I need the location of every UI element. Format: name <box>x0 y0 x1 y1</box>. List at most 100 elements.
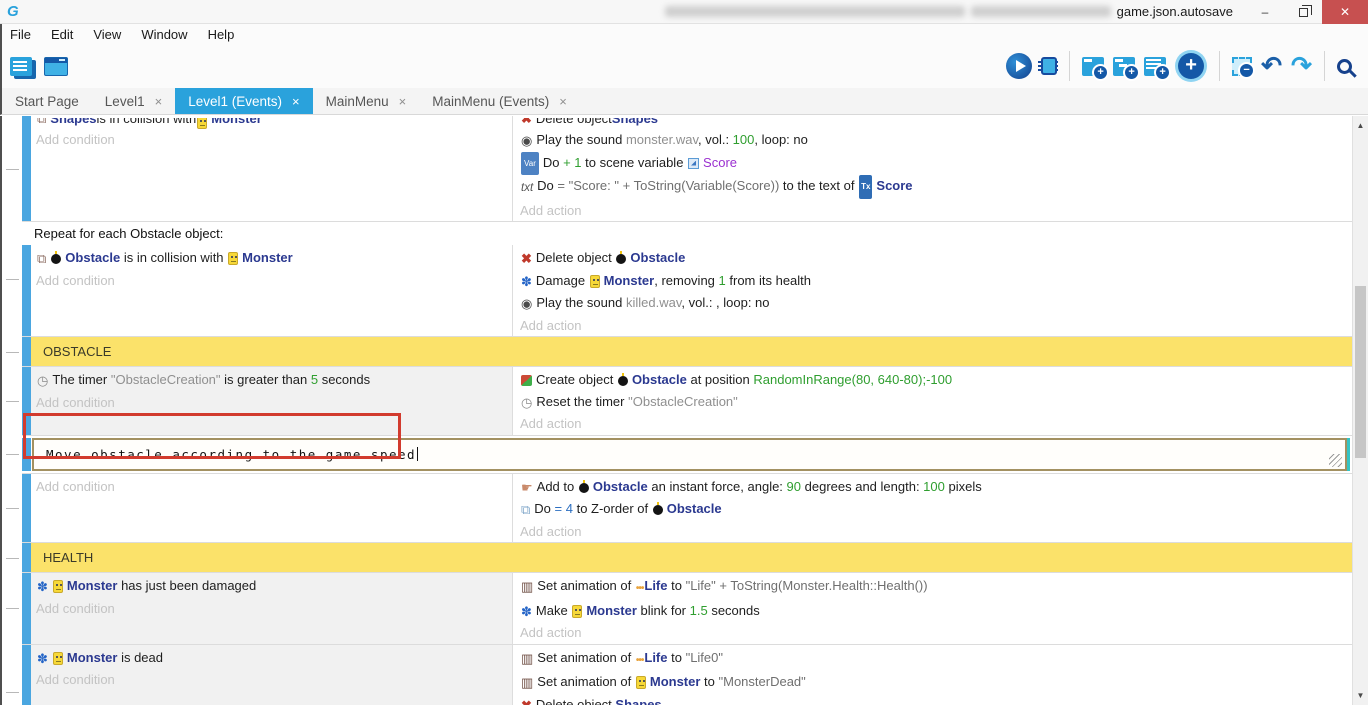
redo-icon[interactable]: ↷ <box>1291 55 1312 77</box>
tab-close-icon[interactable]: × <box>399 94 407 109</box>
event-line[interactable]: ◷The timer "ObstacleCreation" is greater… <box>36 369 512 392</box>
add-action-placeholder[interactable]: Add action <box>520 622 1352 644</box>
add-action-placeholder[interactable]: Add action <box>520 315 1352 337</box>
add-condition-placeholder[interactable]: Add condition <box>36 129 512 151</box>
actions-cell[interactable]: ✖Delete object Shapes◉Play the sound mon… <box>513 116 1352 221</box>
foreach-event-row[interactable]: Repeat for each Obstacle object:⧉Obstacl… <box>22 222 1352 337</box>
scroll-down-icon[interactable]: ▼ <box>1353 691 1368 700</box>
actions-cell[interactable]: Create object Obstacle at position Rando… <box>513 367 1352 435</box>
add-condition-placeholder[interactable]: Add condition <box>36 669 512 691</box>
tab-close-icon[interactable]: × <box>155 94 163 109</box>
close-button[interactable]: ✕ <box>1322 0 1368 24</box>
tab-start-page[interactable]: Start Page <box>2 88 92 114</box>
event-bar[interactable] <box>22 573 31 644</box>
add-action-placeholder[interactable]: Add action <box>520 200 1352 222</box>
event-line[interactable]: ▥Set animation of •••Life to "Life0" <box>520 647 1352 672</box>
conditions-cell[interactable]: ✽Monster is deadAdd condition <box>31 645 513 705</box>
add-condition-placeholder[interactable]: Add condition <box>36 392 512 414</box>
event-row[interactable]: ✽Monster is deadAdd condition▥Set animat… <box>22 645 1352 705</box>
event-bar[interactable] <box>22 367 31 435</box>
event-line[interactable]: VarDo + 1 to scene variable Score <box>520 152 1352 176</box>
event-bar[interactable] <box>22 245 31 336</box>
event-line[interactable]: ☛Add to Obstacle an instant force, angle… <box>520 476 1352 499</box>
debug-icon[interactable] <box>1041 57 1057 75</box>
add-condition-placeholder[interactable]: Add condition <box>36 598 512 620</box>
event-line[interactable]: ◉Play the sound monster.wav, vol.: 100, … <box>520 129 1352 152</box>
vertical-scrollbar[interactable]: ▲ ▼ <box>1352 116 1368 705</box>
event-line[interactable]: ✖Delete object Obstacle <box>520 247 1352 270</box>
event-row[interactable]: ◷The timer "ObstacleCreation" is greater… <box>22 367 1352 436</box>
actions-cell[interactable]: ▥Set animation of •••Life to "Life" + To… <box>513 573 1352 644</box>
add-condition-placeholder[interactable]: Add condition <box>36 476 512 498</box>
event-line[interactable]: ✽Monster is dead <box>36 647 512 670</box>
comment-edit-box[interactable]: Move obstacle according to the game spee… <box>32 438 1347 471</box>
scroll-up-icon[interactable]: ▲ <box>1353 121 1368 130</box>
menu-item-view[interactable]: View <box>83 27 131 42</box>
project-manager-icon[interactable] <box>10 57 32 76</box>
play-icon[interactable] <box>1006 53 1032 79</box>
menu-item-edit[interactable]: Edit <box>41 27 83 42</box>
menu-item-help[interactable]: Help <box>198 27 245 42</box>
event-line[interactable]: txtDo = "Score: " + ToString(Variable(Sc… <box>520 175 1352 200</box>
event-row[interactable]: Add condition ☛Add to Obstacle an instant… <box>22 474 1352 544</box>
event-bar[interactable] <box>22 337 31 366</box>
event-bar[interactable] <box>22 543 31 572</box>
menu-item-file[interactable]: File <box>2 27 41 42</box>
event-line[interactable]: ✽Damage Monster, removing 1 from its hea… <box>520 270 1352 293</box>
event-line[interactable]: ◉Play the sound killed.wav, vol.: , loop… <box>520 292 1352 315</box>
actions-cell[interactable]: ▥Set animation of •••Life to "Life0"▥Set… <box>513 645 1352 705</box>
conditions-cell[interactable]: ⧉Shapes is in collision with MonsterAdd … <box>31 116 513 221</box>
restore-button[interactable] <box>1284 0 1322 24</box>
comment-row[interactable]: Move obstacle according to the game spee… <box>22 436 1352 474</box>
tab-level1[interactable]: Level1× <box>92 88 175 114</box>
event-line[interactable]: ⧉Do = 4 to Z-order of Obstacle <box>520 498 1352 521</box>
add-sub-event-icon[interactable] <box>1113 57 1135 76</box>
event-row[interactable]: ✽Monster has just been damagedAdd condit… <box>22 573 1352 645</box>
remove-event-icon[interactable] <box>1232 57 1252 76</box>
tab-close-icon[interactable]: × <box>292 94 300 109</box>
menu-item-window[interactable]: Window <box>131 27 197 42</box>
conditions-cell[interactable]: ◷The timer "ObstacleCreation" is greater… <box>31 367 513 435</box>
comment-resize-edge[interactable] <box>1347 438 1350 471</box>
add-other-event-icon[interactable] <box>1178 53 1204 79</box>
event-row[interactable]: ⧉Shapes is in collision with MonsterAdd … <box>22 116 1352 222</box>
tab-close-icon[interactable]: × <box>559 94 567 109</box>
add-condition-placeholder[interactable]: Add condition <box>36 270 512 292</box>
add-action-placeholder[interactable]: Add action <box>520 413 1352 435</box>
comment-resize-handle[interactable] <box>1329 454 1342 467</box>
event-line[interactable]: ▥Set animation of •••Life to "Life" + To… <box>520 575 1352 600</box>
event-line[interactable]: ✖Delete object Shapes <box>520 694 1352 705</box>
event-line[interactable]: ✽Monster has just been damaged <box>36 575 512 598</box>
conditions-cell[interactable]: Add condition <box>31 474 513 543</box>
event-line[interactable]: ▥Set animation of Monster to "MonsterDea… <box>520 671 1352 694</box>
event-bar[interactable] <box>22 116 31 221</box>
add-comment-icon[interactable] <box>1144 57 1166 76</box>
event-bar[interactable] <box>22 645 31 705</box>
foreach-title[interactable]: Repeat for each Obstacle object: <box>22 222 1352 245</box>
undo-icon[interactable]: ↶ <box>1261 55 1282 77</box>
minimize-button[interactable]: – <box>1246 0 1284 24</box>
event-line[interactable]: ⧉Obstacle is in collision with Monster <box>36 247 512 270</box>
actions-cell[interactable]: ✖Delete object Obstacle✽Damage Monster, … <box>513 245 1352 336</box>
actions-cell[interactable]: ☛Add to Obstacle an instant force, angle… <box>513 474 1352 543</box>
section-header[interactable]: OBSTACLE <box>22 337 1352 367</box>
add-event-icon[interactable] <box>1082 57 1104 76</box>
conditions-cell[interactable]: ⧉Obstacle is in collision with MonsterAd… <box>31 245 513 336</box>
event-line[interactable]: ✽Make Monster blink for 1.5 seconds <box>520 600 1352 623</box>
event-bar[interactable] <box>22 438 31 471</box>
conditions-cell[interactable]: ✽Monster has just been damagedAdd condit… <box>31 573 513 644</box>
tab-mainmenu-events-[interactable]: MainMenu (Events)× <box>419 88 580 114</box>
event-line[interactable]: ◷Reset the timer "ObstacleCreation" <box>520 391 1352 414</box>
search-icon[interactable] <box>1337 59 1352 74</box>
event-line[interactable]: Create object Obstacle at position Rando… <box>520 369 1352 391</box>
add-action-placeholder[interactable]: Add action <box>520 521 1352 543</box>
event-line[interactable]: ⧉Shapes is in collision with Monster <box>36 118 512 129</box>
damage-icon: ✽ <box>37 648 48 670</box>
event-line[interactable]: ✖Delete object Shapes <box>520 118 1352 129</box>
tab-mainmenu[interactable]: MainMenu× <box>313 88 420 114</box>
section-header[interactable]: HEALTH <box>22 543 1352 573</box>
event-bar[interactable] <box>22 474 31 543</box>
tab-level1-events-[interactable]: Level1 (Events)× <box>175 88 312 114</box>
scene-editor-window-icon[interactable] <box>44 57 68 76</box>
scrollbar-thumb[interactable] <box>1355 286 1366 458</box>
